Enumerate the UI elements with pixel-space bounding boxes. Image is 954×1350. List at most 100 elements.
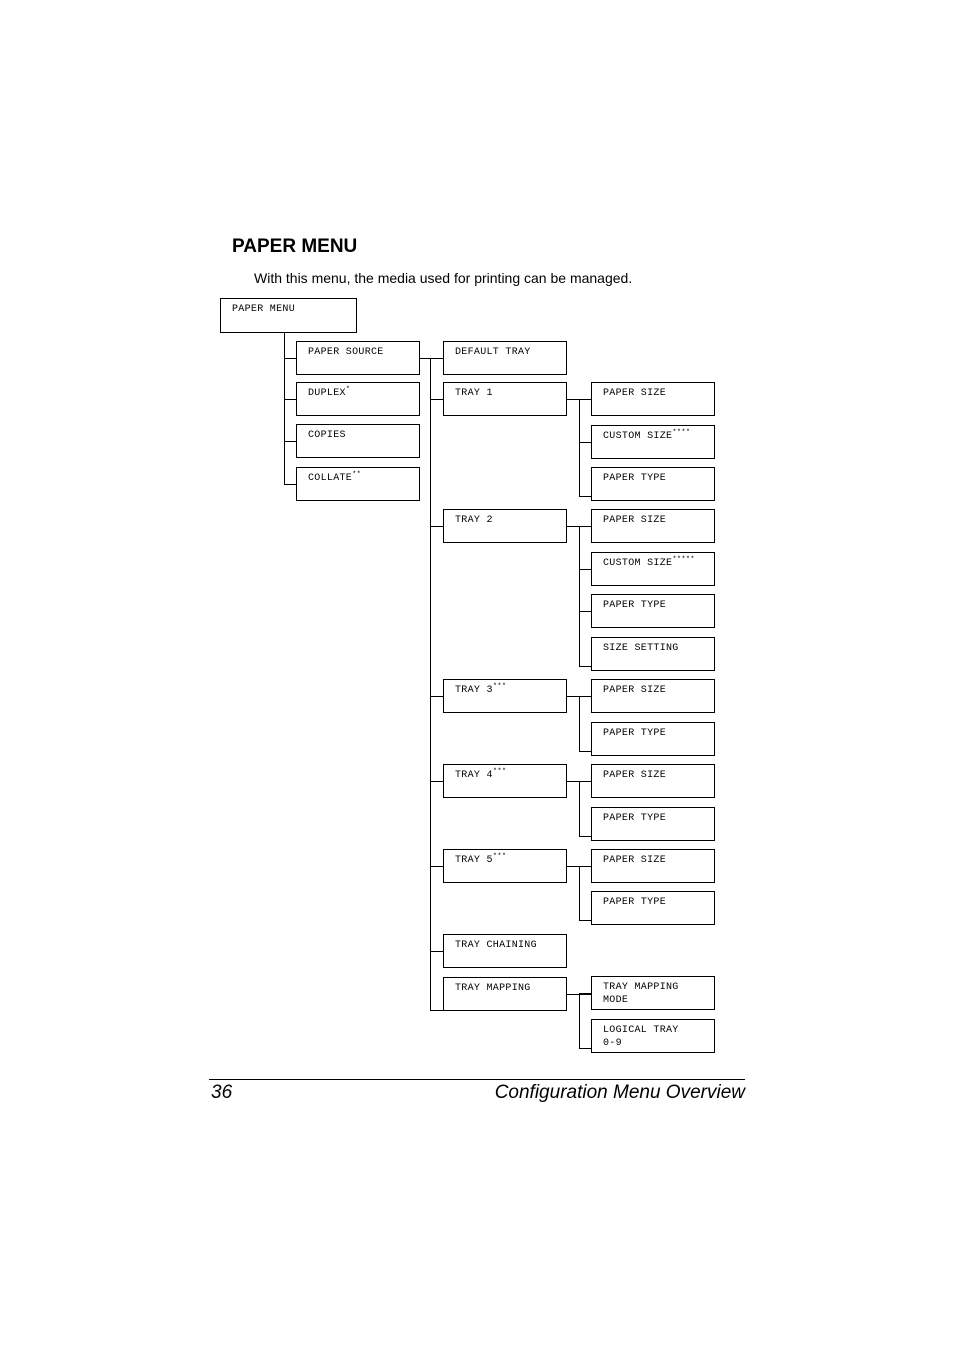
box-label: PAPER TYPE [603, 897, 667, 908]
connector-line [579, 866, 580, 921]
box-label: TRAY 5 [455, 855, 493, 866]
box-tray-setting: PAPER SIZE [591, 382, 715, 416]
connector-line [579, 496, 592, 497]
box-label: PAPER TYPE [603, 728, 667, 739]
connector-line [579, 993, 592, 994]
box-label: SIZE SETTING [603, 643, 679, 654]
box-paper-menu: PAPER MENU [220, 298, 357, 333]
connector-line [579, 751, 592, 752]
box-label: DEFAULT TRAY [455, 347, 531, 358]
box-tray-setting: PAPER SIZE [591, 764, 715, 798]
box-paper-source-item: TRAY 4*** [443, 764, 567, 798]
connector-line [579, 1048, 592, 1049]
box-tray-setting: PAPER SIZE [591, 679, 715, 713]
footnote-marker: ** [352, 471, 362, 479]
box-label: PAPER MENU [232, 304, 296, 315]
connector-line [579, 526, 580, 667]
footnote-marker: ***** [672, 556, 695, 564]
connector-line [430, 1010, 444, 1011]
box-label: PAPER TYPE [603, 813, 667, 824]
box-label: COPIES [308, 430, 346, 441]
connector-line [284, 484, 297, 485]
footnote-marker: *** [492, 768, 507, 776]
connector-line [430, 399, 444, 400]
connector-line [430, 696, 444, 697]
box-label: COLLATE [308, 473, 353, 484]
page-title: PAPER MENU [232, 236, 358, 257]
box-tray-setting: TRAY MAPPING MODE [591, 976, 715, 1010]
connector-line [284, 441, 297, 442]
box-label: PAPER SIZE [603, 685, 667, 696]
box-tray-setting: PAPER TYPE [591, 807, 715, 841]
connector-line [430, 526, 444, 527]
box-tray-setting: PAPER TYPE [591, 594, 715, 628]
box-level1: COPIES [296, 424, 420, 458]
box-label: TRAY 1 [455, 388, 493, 399]
connector-line [579, 696, 592, 697]
box-tray-setting: PAPER TYPE [591, 467, 715, 501]
connector-line [579, 994, 580, 1049]
box-paper-source-item: TRAY 5*** [443, 849, 567, 883]
box-label: PAPER SIZE [603, 515, 667, 526]
box-level1: COLLATE** [296, 467, 420, 501]
footer-divider [209, 1079, 745, 1080]
box-label: TRAY 4 [455, 770, 493, 781]
connector-line [430, 781, 444, 782]
page-number: 36 [211, 1082, 233, 1103]
box-label: TRAY CHAINING [455, 940, 537, 951]
connector-line [579, 781, 580, 837]
footnote-marker: *** [492, 853, 507, 861]
connector-line [579, 569, 592, 570]
box-label: PAPER TYPE [603, 600, 667, 611]
connector-line [579, 920, 592, 921]
box-label: TRAY 3 [455, 685, 493, 696]
box-tray-setting: LOGICAL TRAY 0-9 [591, 1019, 715, 1053]
box-paper-source-item: TRAY 1 [443, 382, 567, 416]
connector-line [430, 358, 444, 359]
box-paper-source-item: DEFAULT TRAY [443, 341, 567, 375]
connector-line [579, 696, 580, 752]
footnote-marker: **** [672, 429, 691, 437]
connector-line [430, 866, 444, 867]
box-label: PAPER SIZE [603, 855, 667, 866]
box-label: CUSTOM SIZE [603, 558, 673, 569]
connector-line [579, 399, 592, 400]
section-title: Configuration Menu Overview [494, 1082, 745, 1103]
footnote-marker: * [345, 386, 351, 394]
box-level1: PAPER SOURCE [296, 341, 420, 375]
box-label: CUSTOM SIZE [603, 431, 673, 442]
connector-line [579, 611, 592, 612]
connector-line [579, 442, 592, 443]
box-label: PAPER SOURCE [308, 347, 384, 358]
connector-line [579, 666, 592, 667]
box-paper-source-item: TRAY 2 [443, 509, 567, 543]
box-tray-setting: PAPER SIZE [591, 849, 715, 883]
box-paper-source-item: TRAY 3*** [443, 679, 567, 713]
connector-line [579, 526, 592, 527]
footnote-marker: *** [492, 683, 507, 691]
connector-line [579, 866, 592, 867]
box-label: PAPER SIZE [603, 388, 667, 399]
connector-line [430, 358, 431, 1011]
connector-line [579, 399, 580, 497]
box-label: LOGICAL TRAY 0-9 [603, 1025, 679, 1049]
box-tray-setting: PAPER SIZE [591, 509, 715, 543]
intro-text: With this menu, the media used for print… [254, 270, 633, 286]
box-label: PAPER SIZE [603, 770, 667, 781]
box-paper-source-item: TRAY MAPPING [443, 977, 567, 1011]
box-tray-setting: CUSTOM SIZE***** [591, 552, 715, 586]
connector-line [430, 951, 444, 952]
box-tray-setting: PAPER TYPE [591, 891, 715, 925]
box-label: TRAY MAPPING MODE [603, 982, 679, 1006]
box-level1: DUPLEX* [296, 382, 420, 416]
box-label: TRAY 2 [455, 515, 493, 526]
box-tray-setting: PAPER TYPE [591, 722, 715, 756]
box-paper-source-item: TRAY CHAINING [443, 934, 567, 968]
box-label: DUPLEX [308, 388, 346, 399]
connector-line [284, 399, 297, 400]
box-tray-setting: SIZE SETTING [591, 637, 715, 671]
box-tray-setting: CUSTOM SIZE**** [591, 425, 715, 459]
box-label: TRAY MAPPING [455, 983, 531, 994]
connector-line [579, 836, 592, 837]
connector-line [284, 333, 285, 485]
